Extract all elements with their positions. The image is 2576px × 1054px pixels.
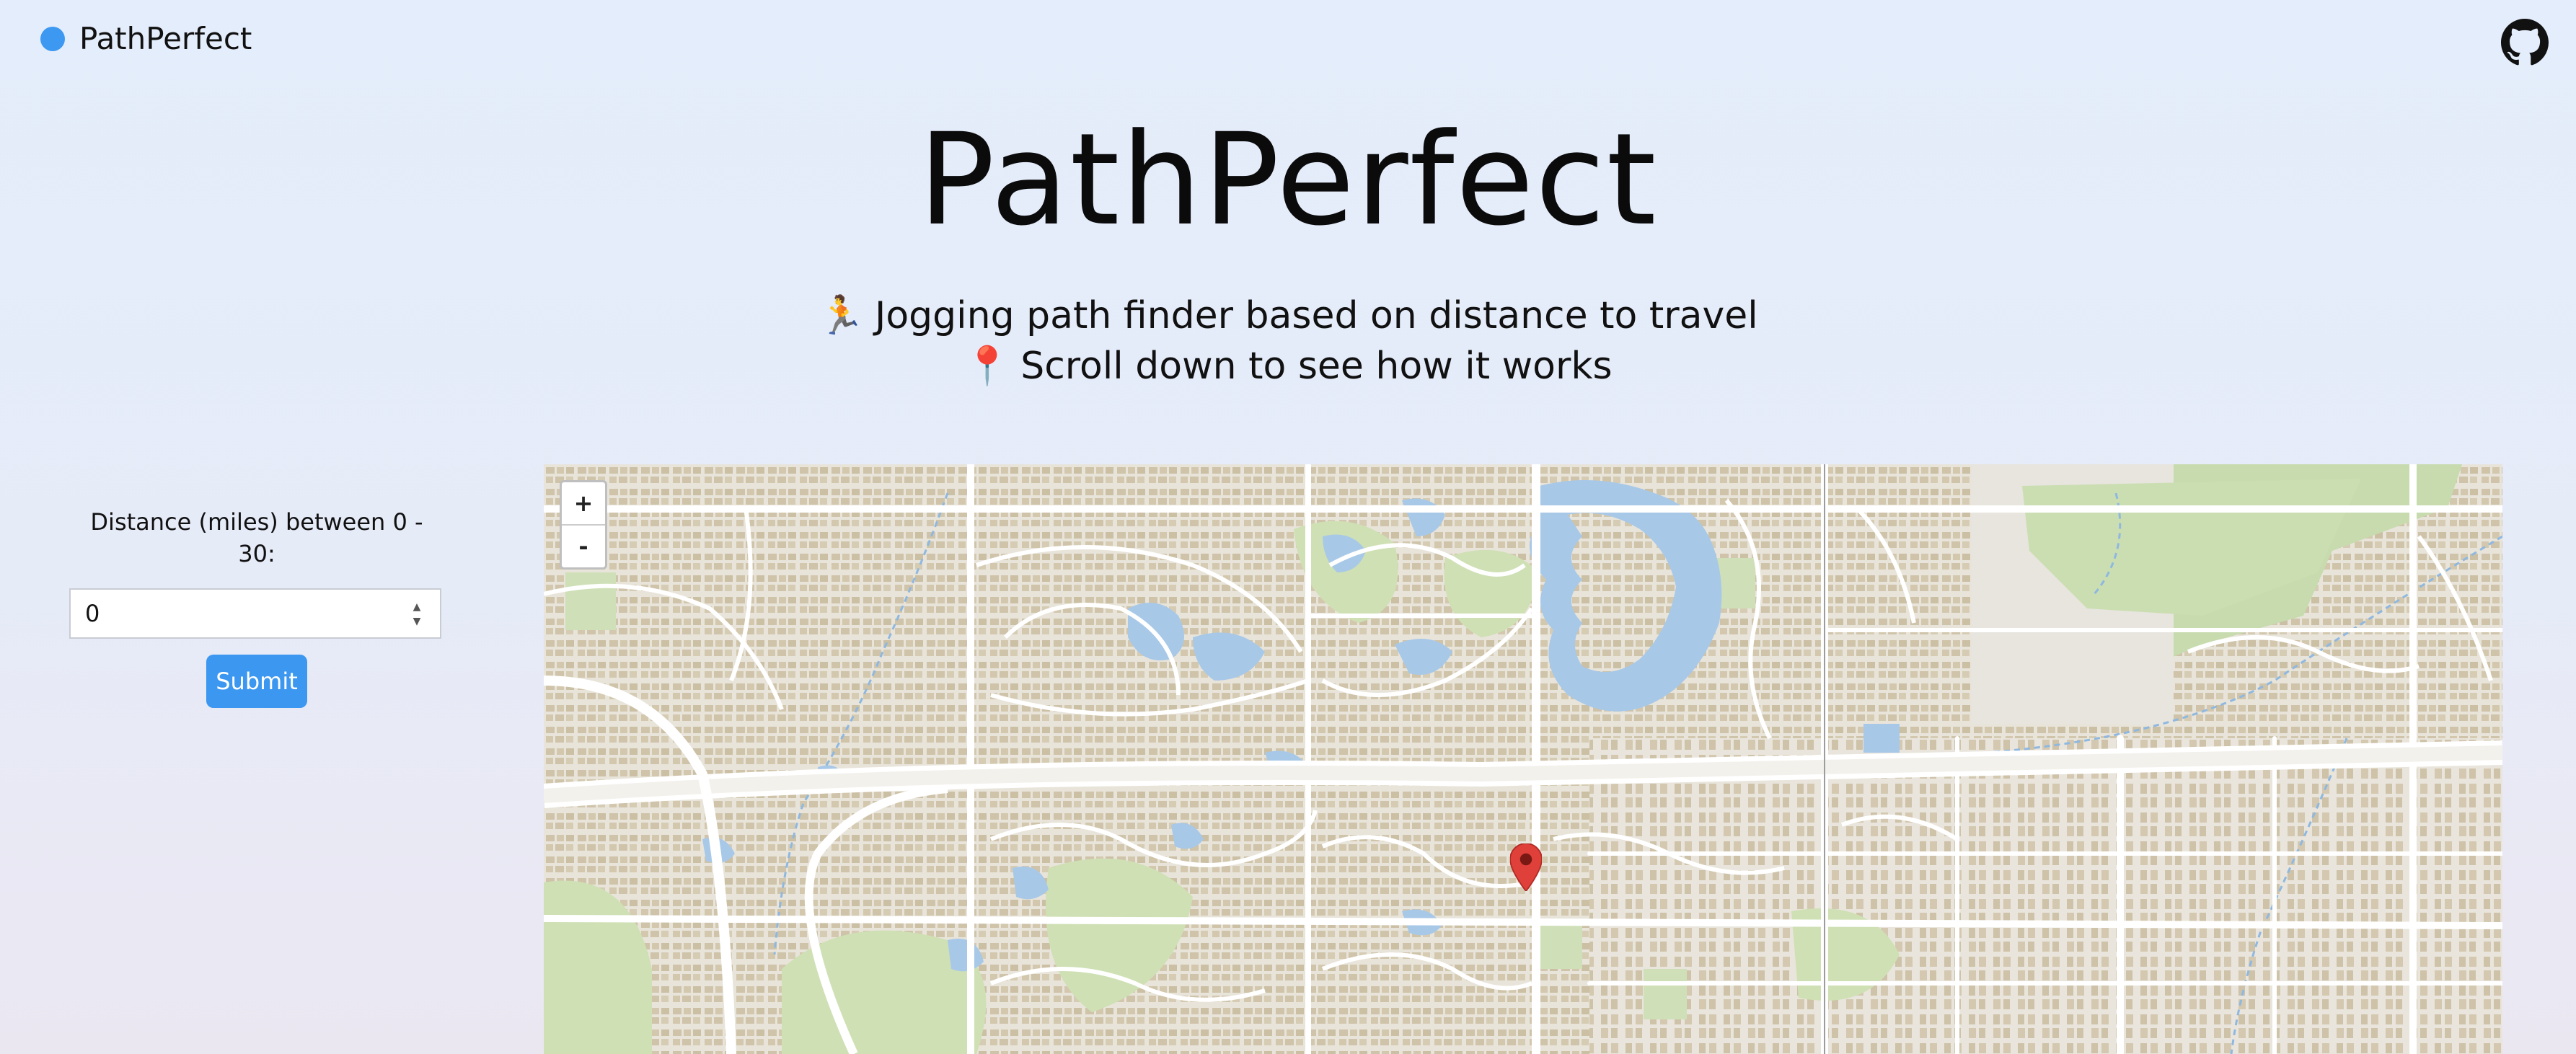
- runner-icon: 🏃: [818, 294, 865, 337]
- distance-input[interactable]: [71, 590, 440, 637]
- stepper-up-icon[interactable]: ▲: [413, 601, 421, 613]
- top-navbar: PathPerfect: [0, 0, 2576, 79]
- location-marker[interactable]: [1510, 843, 1542, 891]
- submit-button[interactable]: Submit: [206, 655, 307, 708]
- zoom-out-button[interactable]: -: [562, 526, 605, 567]
- stepper-down-icon[interactable]: ▼: [413, 616, 421, 627]
- github-link[interactable]: [2501, 19, 2549, 66]
- tagline: 🏃 Jogging path finder based on distance t…: [0, 292, 2576, 340]
- page-title: PathPerfect: [918, 106, 1658, 254]
- number-stepper[interactable]: ▲ ▼: [411, 601, 423, 627]
- distance-form: Distance (miles) between 0 - 30: ▲ ▼ Sub…: [69, 506, 444, 708]
- brand-name: PathPerfect: [79, 21, 252, 56]
- map-view[interactable]: + -: [544, 464, 2502, 1054]
- distance-input-wrapper: ▲ ▼: [69, 588, 441, 639]
- brand-dot-icon: [40, 27, 65, 51]
- github-icon: [2501, 19, 2549, 66]
- scroll-hint: 📍 Scroll down to see how it works: [0, 342, 2576, 390]
- map-tiles[interactable]: [544, 464, 2502, 1054]
- distance-label: Distance (miles) between 0 - 30:: [90, 508, 423, 567]
- brand-link[interactable]: PathPerfect: [40, 20, 252, 58]
- scroll-hint-text: Scroll down to see how it works: [1020, 345, 1613, 388]
- zoom-control: + -: [560, 480, 607, 570]
- map-pin-icon: [1510, 843, 1542, 891]
- zoom-in-button[interactable]: +: [562, 482, 605, 526]
- tagline-text: Jogging path finder based on distance to…: [875, 294, 1758, 337]
- pin-icon: 📍: [963, 345, 1011, 388]
